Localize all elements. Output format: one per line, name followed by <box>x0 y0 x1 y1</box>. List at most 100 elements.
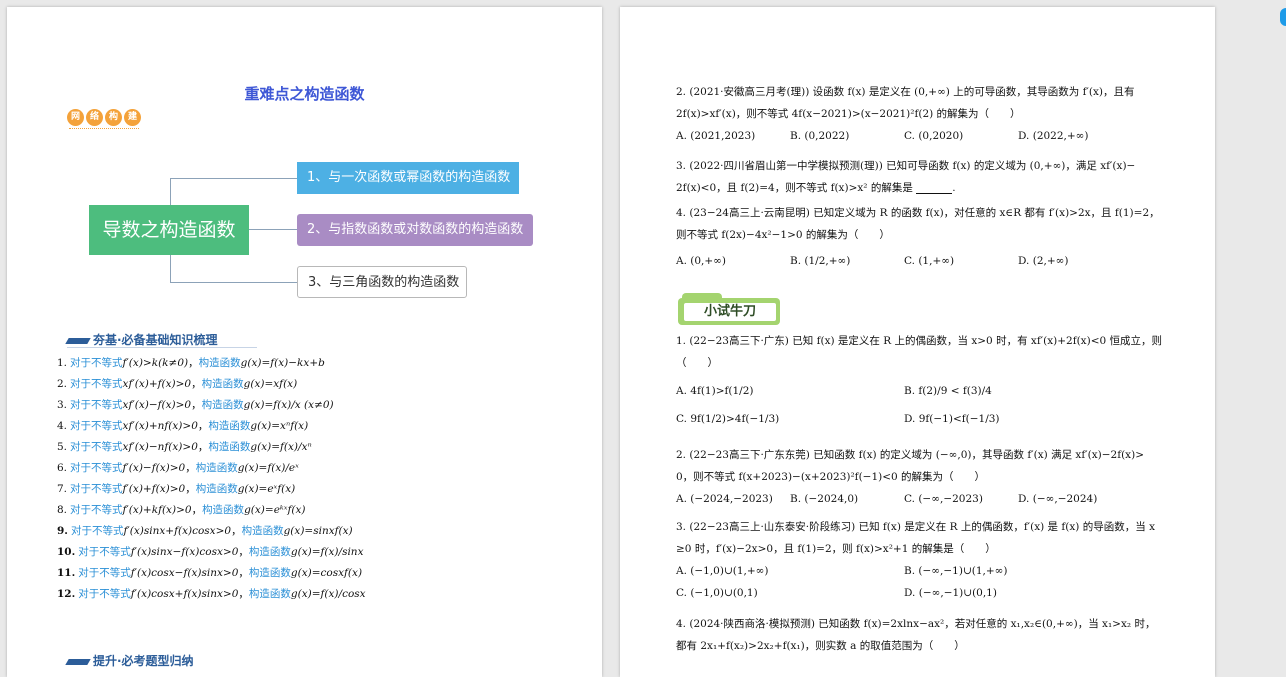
practice-4: 4. (2024·陕西商洛·模拟预测) 已知函数 f(x)=2xlnx−ax²，… <box>676 613 1168 657</box>
formula-prefix: 对于不等式 <box>70 441 123 453</box>
formula-number: 5. <box>57 440 68 453</box>
mindmap-connector <box>249 229 297 230</box>
edge-scroll-indicator[interactable] <box>1280 8 1286 26</box>
question-options: A. (−1,0)∪(1,+∞) B. (−∞,−1)∪(1,+∞) <box>676 560 1168 582</box>
question-text: 则不等式 f(2x)−4x²−1>0 的解集为（ ） <box>676 229 890 241</box>
formula-function: g(x)=f(x)/sinx <box>290 545 364 558</box>
question-text: 2f(x)>xf′(x)，则不等式 4f(x−2021)>(x−2021)²f(… <box>676 108 1021 120</box>
formula-condition: f′(x)sinx−f(x)cosx>0 <box>130 545 239 558</box>
formula-item: 8. 对于不等式 f′(x)+kf(x)>0，构造函数 g(x)=eᵏˣf(x) <box>57 503 306 517</box>
formula-mid: 构造函数 <box>201 399 244 411</box>
formula-item: 5. 对于不等式 xf′(x)−nf(x)>0，构造函数 g(x)=f(x)/xⁿ <box>57 440 312 454</box>
question-options: A. (0,+∞) B. (1/2,+∞) C. (1,+∞) D. (2,+∞… <box>676 250 1168 272</box>
formula-condition: xf′(x)−f(x)>0 <box>122 398 192 411</box>
formula-mid: 构造函数 <box>195 462 238 474</box>
formula-mid: 构造函数 <box>241 525 284 537</box>
question-options: A. (−2024,−2023) B. (−2024,0) C. (−∞,−20… <box>676 488 1168 510</box>
option-b: B. (−∞,−1)∪(1,+∞) <box>904 565 1008 577</box>
badge-char: 构 <box>105 109 122 126</box>
formula-number: 10. <box>57 545 76 558</box>
option-d: D. (2022,+∞) <box>1018 130 1089 142</box>
formula-function: g(x)=eᵏˣf(x) <box>244 503 306 516</box>
question-text: 都有 2x₁+f(x₂)>2x₂+f(x₁)，则实数 a 的取值范围为（ ） <box>676 640 965 652</box>
formula-prefix: 对于不等式 <box>78 567 131 579</box>
question-3: 3. (2022·四川省眉山第一中学模拟预测(理)) 已知可导函数 f(x) 的… <box>676 155 1168 199</box>
question-text: ≥0 时，f′(x)−2x>0，且 f(1)=2，则 f(x)>x²+1 的解集… <box>676 543 996 555</box>
formula-item: 3. 对于不等式 xf′(x)−f(x)>0，构造函数 g(x)=f(x)/x (x≠… <box>57 398 334 412</box>
formula-number: 11. <box>57 566 76 579</box>
left-page: 重难点之构造函数 网 络 构 建 导数之构造函数 1、与一次函数或幂函数的构造函… <box>7 7 602 677</box>
formula-prefix: 对于不等式 <box>70 483 123 495</box>
option-c: C. 9f(1/2)>4f(−1/3) <box>676 413 780 425</box>
question-text: 2f(x)<0，且 f(2)=4，则不等式 f(x)>x² 的解集是 <box>676 182 913 194</box>
section-heading-types: 提升·必考题型归纳 <box>65 652 194 669</box>
section-heading-text: 夯基·必备基础知识梳理 <box>93 333 218 347</box>
question-2: 2. (2021·安徽高三月考(理)) 设函数 f(x) 是定义在 (0,+∞)… <box>676 81 1168 147</box>
formula-number: 1. <box>57 356 68 369</box>
option-d: D. (−∞,−1)∪(0,1) <box>904 587 997 599</box>
question-text: 2. (2021·安徽高三月考(理)) 设函数 f(x) 是定义在 (0,+∞)… <box>676 86 1135 98</box>
option-b: B. f(2)/9 < f(3)/4 <box>904 385 992 397</box>
formula-list: 1. 对于不等式 f′(x)>k(k≠0)，构造函数 g(x)=f(x)−kx+b 2… <box>57 352 597 604</box>
formula-function: g(x)=f(x)−kx+b <box>240 356 325 369</box>
heading-bar-icon <box>65 658 91 665</box>
question-4: 4. (23−24高三上·云南昆明) 已知定义域为 R 的函数 f(x)，对任意… <box>676 202 1168 272</box>
formula-condition: f′(x)sinx+f(x)cosx>0 <box>123 524 232 537</box>
formula-item: 11. 对于不等式 f′(x)cosx−f(x)sinx>0，构造函数 g(x)=co… <box>57 566 363 580</box>
formula-condition: xf′(x)+nf(x)>0 <box>122 419 198 432</box>
question-text: 1. (22−23高三下·广东) 已知 f(x) 是定义在 R 上的偶函数，当 … <box>676 335 1163 347</box>
question-text: （ ） <box>676 357 718 369</box>
option-a: A. (0,+∞) <box>676 255 727 267</box>
formula-prefix: 对于不等式 <box>70 378 123 390</box>
formula-condition: f′(x)cosx−f(x)sinx>0 <box>130 566 239 579</box>
question-text: 0，则不等式 f(x+2023)−(x+2023)²f(−1)<0 的解集为（ … <box>676 471 986 483</box>
mindmap-connector <box>170 178 297 179</box>
formula-function: g(x)=f(x)/x (x≠0) <box>243 398 334 411</box>
formula-number: 4. <box>57 419 68 432</box>
option-a: A. (−1,0)∪(1,+∞) <box>676 565 769 577</box>
formula-function: g(x)=f(x)/xⁿ <box>250 440 312 453</box>
formula-item: 4. 对于不等式 xf′(x)+nf(x)>0，构造函数 g(x)=xⁿf(x) <box>57 419 309 433</box>
practice-2: 2. (22−23高三下·广东东莞) 已知函数 f(x) 的定义域为 (−∞,0… <box>676 444 1168 510</box>
formula-condition: xf′(x)+f(x)>0 <box>122 377 192 390</box>
section-tab-practice: 小试牛刀 <box>678 293 780 325</box>
formula-number: 6. <box>57 461 68 474</box>
page-title: 重难点之构造函数 <box>244 85 365 103</box>
formula-number: 8. <box>57 503 68 516</box>
formula-mid: 构造函数 <box>248 567 291 579</box>
question-text: 3. (22−23高三上·山东泰安·阶段练习) 已知 f(x) 是定义在 R 上… <box>676 521 1155 533</box>
formula-number: 12. <box>57 587 76 600</box>
question-options: C. (−1,0)∪(0,1) D. (−∞,−1)∪(0,1) <box>676 582 1168 604</box>
option-a: A. (−2024,−2023) <box>676 493 773 505</box>
section-heading-basics: 夯基·必备基础知识梳理 <box>65 331 257 348</box>
formula-item: 7. 对于不等式 f′(x)+f(x)>0，构造函数 g(x)=eˣf(x) <box>57 482 296 496</box>
answer-blank <box>916 182 953 194</box>
formula-function: g(x)=xf(x) <box>243 377 298 390</box>
practice-3: 3. (22−23高三上·山东泰安·阶段练习) 已知 f(x) 是定义在 R 上… <box>676 516 1168 604</box>
formula-prefix: 对于不等式 <box>70 357 123 369</box>
formula-prefix: 对于不等式 <box>70 420 123 432</box>
option-d: D. (2,+∞) <box>1018 255 1069 267</box>
option-c: C. (0,2020) <box>904 130 964 142</box>
section-badge: 网 络 构 建 <box>67 109 141 126</box>
formula-prefix: 对于不等式 <box>78 546 131 558</box>
formula-prefix: 对于不等式 <box>70 525 124 537</box>
formula-mid: 构造函数 <box>248 588 291 600</box>
formula-function: g(x)=cosxf(x) <box>290 566 363 579</box>
option-c: C. (−∞,−2023) <box>904 493 983 505</box>
formula-mid: 构造函数 <box>248 546 291 558</box>
option-c: C. (1,+∞) <box>904 255 955 267</box>
formula-condition: f′(x)cosx+f(x)sinx>0 <box>130 587 239 600</box>
mindmap-branch-linear-power: 1、与一次函数或幂函数的构造函数 <box>297 162 519 194</box>
option-a: A. (2021,2023) <box>676 130 756 142</box>
formula-condition: f′(x)+f(x)>0 <box>122 482 186 495</box>
option-b: B. (−2024,0) <box>790 493 859 505</box>
formula-prefix: 对于不等式 <box>78 588 131 600</box>
option-c: C. (−1,0)∪(0,1) <box>676 587 758 599</box>
right-page: 2. (2021·安徽高三月考(理)) 设函数 f(x) 是定义在 (0,+∞)… <box>620 7 1215 677</box>
option-d: D. (−∞,−2024) <box>1018 493 1098 505</box>
option-d: D. 9f(−1)<f(−1/3) <box>904 413 1000 425</box>
question-text: 4. (2024·陕西商洛·模拟预测) 已知函数 f(x)=2xlnx−ax²，… <box>676 618 1156 630</box>
badge-char: 建 <box>124 109 141 126</box>
mindmap-root: 导数之构造函数 <box>89 205 249 255</box>
